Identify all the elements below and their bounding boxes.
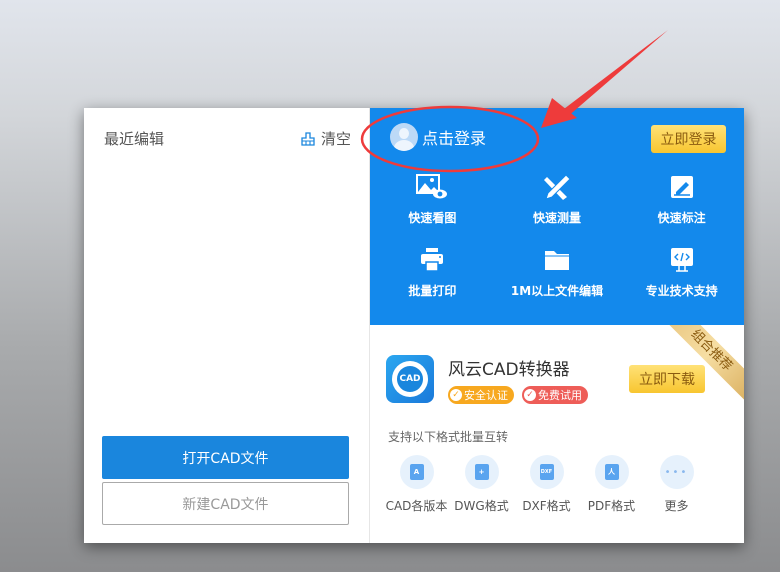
feature-quick-measure[interactable]: 快速测量 [495, 173, 620, 226]
format-pdf[interactable]: 人 PDF格式 [579, 455, 644, 514]
feature-label: 1M以上文件编辑 [510, 284, 604, 298]
feature-quick-annotate[interactable]: 快速标注 [619, 173, 744, 226]
more-dots-icon: ••• [664, 466, 689, 478]
printer-icon [421, 248, 444, 272]
annotate-icon [670, 176, 693, 198]
login-prompt: 点击登录 [422, 129, 487, 148]
feature-large-file-edit[interactable]: 1M以上文件编辑 [495, 246, 620, 299]
clear-button[interactable]: 清空 [301, 128, 351, 149]
feature-grid: 快速看图 快速测量 快速标注 批量打印 1M以上文件编辑 专业技术支持 [370, 173, 744, 299]
format-cad-versions[interactable]: A CAD各版本 [384, 455, 449, 514]
cad-file-icon: A [409, 464, 424, 480]
avatar-icon [390, 123, 418, 151]
arrow-shaft [560, 30, 668, 118]
new-cad-file-button[interactable]: 新建CAD文件 [102, 482, 349, 525]
feature-quick-view[interactable]: 快速看图 [370, 173, 495, 226]
badge-row: ✓ 安全认证 ✓ 免费试用 [448, 386, 588, 404]
format-list: A CAD各版本 + DWG格式 DXF DXF格式 人 PDF格式 ••• 更… [384, 455, 709, 514]
converter-app-icon: CAD [386, 355, 434, 403]
login-now-button[interactable]: 立即登录 [651, 125, 726, 153]
broom-icon [301, 131, 315, 146]
folder-icon [544, 251, 569, 270]
pdf-file-icon: 人 [604, 464, 619, 480]
account-banner: 点击登录 立即登录 快速看图 快速测量 快速标注 批量打印 1M以上文件编辑 专… [370, 108, 744, 325]
dxf-file-icon: DXF [539, 464, 554, 480]
recent-title: 最近编辑 [104, 130, 165, 148]
format-more[interactable]: ••• 更多 [644, 455, 709, 514]
ruler-pencil-icon [543, 174, 571, 200]
check-icon: ✓ [450, 389, 462, 401]
converter-promo: 组合推荐 CAD 风云CAD转换器 ✓ 安全认证 ✓ 免费试用 立即下载 支持以下格… [370, 325, 744, 543]
login-link[interactable]: 点击登录 [390, 123, 486, 151]
feature-label: 批量打印 [408, 284, 457, 298]
feature-label: 快速看图 [408, 211, 457, 225]
right-panel: 点击登录 立即登录 快速看图 快速测量 快速标注 批量打印 1M以上文件编辑 专… [370, 108, 744, 543]
image-view-icon [416, 174, 448, 199]
feature-label: 专业技术支持 [645, 284, 718, 298]
recent-panel: 最近编辑 清空 打开CAD文件 新建CAD文件 [84, 108, 370, 543]
clear-label: 清空 [320, 130, 351, 148]
app-name: 风云CAD转换器 [448, 360, 570, 380]
feature-label: 快速标注 [657, 211, 706, 225]
open-cad-file-button[interactable]: 打开CAD文件 [102, 436, 349, 479]
start-dialog: 最近编辑 清空 打开CAD文件 新建CAD文件 点击登录 立即登录 快速看图 快… [84, 108, 744, 543]
security-badge: ✓ 安全认证 [448, 386, 514, 404]
dwg-file-icon: + [474, 464, 489, 480]
format-dxf[interactable]: DXF DXF格式 [514, 455, 579, 514]
format-dwg[interactable]: + DWG格式 [449, 455, 514, 514]
feature-batch-print[interactable]: 批量打印 [370, 246, 495, 299]
support-text: 支持以下格式批量互转 [388, 430, 509, 444]
feature-label: 快速测量 [532, 211, 581, 225]
download-button[interactable]: 立即下载 [629, 365, 705, 393]
code-monitor-icon [670, 248, 693, 272]
feature-tech-support[interactable]: 专业技术支持 [619, 246, 744, 299]
check-icon: ✓ [524, 389, 536, 401]
free-trial-badge: ✓ 免费试用 [522, 386, 588, 404]
